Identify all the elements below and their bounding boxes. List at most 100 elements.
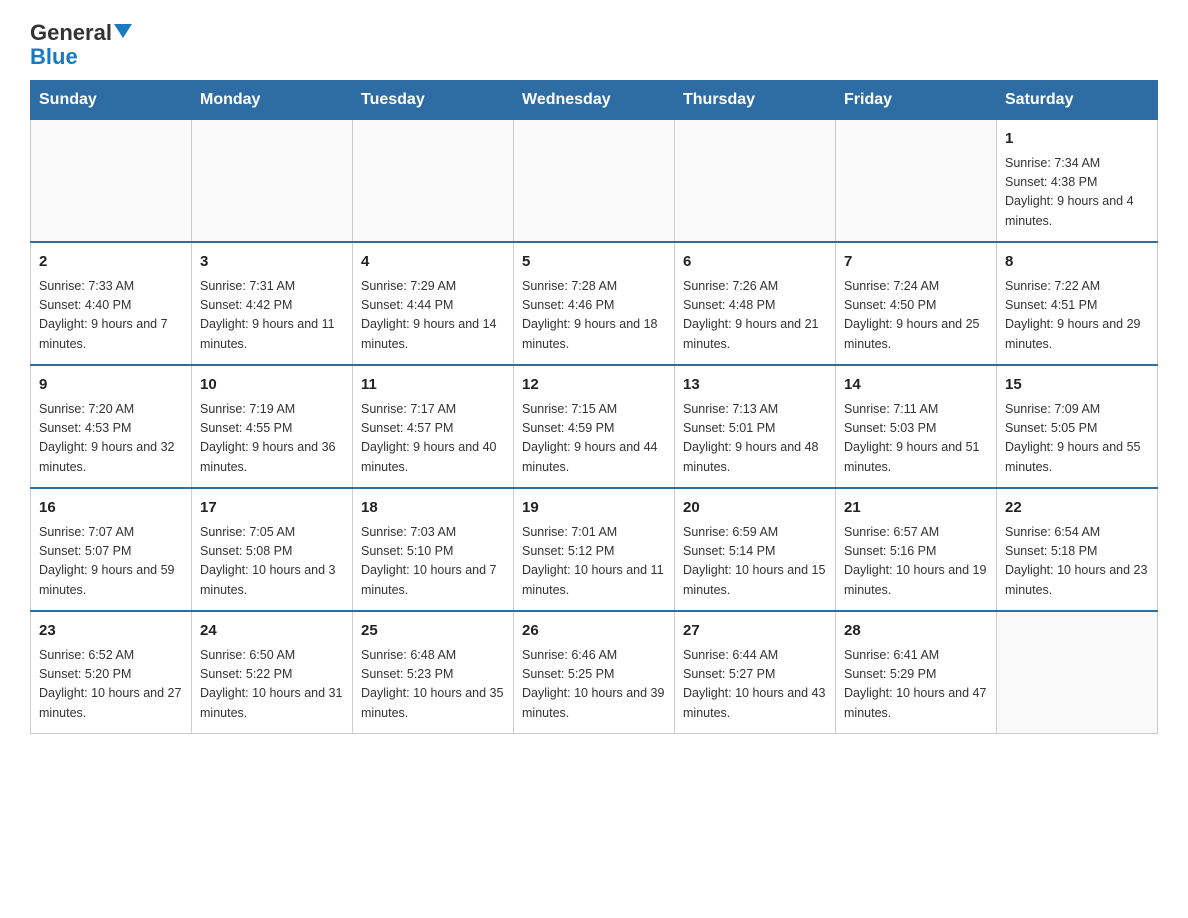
calendar-cell: 1 Sunrise: 7:34 AMSunset: 4:38 PMDaylight…: [997, 120, 1158, 243]
day-number: 10: [200, 374, 344, 397]
calendar-cell: 3 Sunrise: 7:31 AMSunset: 4:42 PMDaylight…: [192, 242, 353, 365]
calendar-cell: 17 Sunrise: 7:05 AMSunset: 5:08 PMDayligh…: [192, 488, 353, 611]
header-saturday: Saturday: [997, 81, 1158, 120]
day-info: Sunrise: 7:28 AMSunset: 4:46 PMDaylight:…: [522, 277, 666, 355]
calendar-cell: 23 Sunrise: 6:52 AMSunset: 5:20 PMDayligh…: [31, 611, 192, 734]
calendar-cell: [31, 120, 192, 243]
week-row-2: 2 Sunrise: 7:33 AMSunset: 4:40 PMDaylight…: [31, 242, 1158, 365]
week-row-1: 1 Sunrise: 7:34 AMSunset: 4:38 PMDaylight…: [31, 120, 1158, 243]
header-monday: Monday: [192, 81, 353, 120]
calendar-cell: 6 Sunrise: 7:26 AMSunset: 4:48 PMDaylight…: [675, 242, 836, 365]
day-number: 12: [522, 374, 666, 397]
calendar-cell: [675, 120, 836, 243]
day-info: Sunrise: 7:19 AMSunset: 4:55 PMDaylight:…: [200, 400, 344, 478]
day-info: Sunrise: 7:34 AMSunset: 4:38 PMDaylight:…: [1005, 154, 1149, 232]
day-info: Sunrise: 7:11 AMSunset: 5:03 PMDaylight:…: [844, 400, 988, 478]
day-number: 28: [844, 620, 988, 643]
calendar-header-row: SundayMondayTuesdayWednesdayThursdayFrid…: [31, 81, 1158, 120]
day-number: 1: [1005, 128, 1149, 151]
calendar-cell: 4 Sunrise: 7:29 AMSunset: 4:44 PMDaylight…: [353, 242, 514, 365]
calendar-cell: [192, 120, 353, 243]
day-info: Sunrise: 7:05 AMSunset: 5:08 PMDaylight:…: [200, 523, 344, 601]
calendar-cell: 14 Sunrise: 7:11 AMSunset: 5:03 PMDayligh…: [836, 365, 997, 488]
day-info: Sunrise: 7:22 AMSunset: 4:51 PMDaylight:…: [1005, 277, 1149, 355]
calendar-cell: [836, 120, 997, 243]
day-info: Sunrise: 7:20 AMSunset: 4:53 PMDaylight:…: [39, 400, 183, 478]
day-info: Sunrise: 7:24 AMSunset: 4:50 PMDaylight:…: [844, 277, 988, 355]
day-info: Sunrise: 6:50 AMSunset: 5:22 PMDaylight:…: [200, 646, 344, 724]
calendar-table: SundayMondayTuesdayWednesdayThursdayFrid…: [30, 80, 1158, 734]
day-number: 25: [361, 620, 505, 643]
day-info: Sunrise: 7:31 AMSunset: 4:42 PMDaylight:…: [200, 277, 344, 355]
calendar-cell: 5 Sunrise: 7:28 AMSunset: 4:46 PMDaylight…: [514, 242, 675, 365]
day-info: Sunrise: 7:26 AMSunset: 4:48 PMDaylight:…: [683, 277, 827, 355]
day-info: Sunrise: 7:17 AMSunset: 4:57 PMDaylight:…: [361, 400, 505, 478]
calendar-cell: 7 Sunrise: 7:24 AMSunset: 4:50 PMDaylight…: [836, 242, 997, 365]
day-number: 6: [683, 251, 827, 274]
day-info: Sunrise: 6:48 AMSunset: 5:23 PMDaylight:…: [361, 646, 505, 724]
header-friday: Friday: [836, 81, 997, 120]
calendar-cell: [997, 611, 1158, 734]
logo-general-text: General: [30, 20, 112, 46]
day-info: Sunrise: 7:15 AMSunset: 4:59 PMDaylight:…: [522, 400, 666, 478]
day-info: Sunrise: 6:54 AMSunset: 5:18 PMDaylight:…: [1005, 523, 1149, 601]
day-number: 2: [39, 251, 183, 274]
calendar-cell: 2 Sunrise: 7:33 AMSunset: 4:40 PMDaylight…: [31, 242, 192, 365]
day-number: 7: [844, 251, 988, 274]
day-number: 14: [844, 374, 988, 397]
day-info: Sunrise: 7:29 AMSunset: 4:44 PMDaylight:…: [361, 277, 505, 355]
calendar-cell: [514, 120, 675, 243]
day-number: 26: [522, 620, 666, 643]
day-info: Sunrise: 6:52 AMSunset: 5:20 PMDaylight:…: [39, 646, 183, 724]
calendar-cell: 9 Sunrise: 7:20 AMSunset: 4:53 PMDaylight…: [31, 365, 192, 488]
calendar-cell: 25 Sunrise: 6:48 AMSunset: 5:23 PMDayligh…: [353, 611, 514, 734]
week-row-5: 23 Sunrise: 6:52 AMSunset: 5:20 PMDayligh…: [31, 611, 1158, 734]
calendar-cell: 13 Sunrise: 7:13 AMSunset: 5:01 PMDayligh…: [675, 365, 836, 488]
day-number: 21: [844, 497, 988, 520]
day-info: Sunrise: 6:41 AMSunset: 5:29 PMDaylight:…: [844, 646, 988, 724]
calendar-cell: 8Sunrise: 7:22 AMSunset: 4:51 PMDaylight…: [997, 242, 1158, 365]
day-number: 22: [1005, 497, 1149, 520]
day-number: 15: [1005, 374, 1149, 397]
logo-triangle-icon: [114, 24, 132, 38]
day-number: 11: [361, 374, 505, 397]
day-number: 3: [200, 251, 344, 274]
header-tuesday: Tuesday: [353, 81, 514, 120]
day-number: 24: [200, 620, 344, 643]
day-info: Sunrise: 7:07 AMSunset: 5:07 PMDaylight:…: [39, 523, 183, 601]
day-number: 19: [522, 497, 666, 520]
calendar-cell: 10 Sunrise: 7:19 AMSunset: 4:55 PMDayligh…: [192, 365, 353, 488]
day-number: 17: [200, 497, 344, 520]
day-info: Sunrise: 6:59 AMSunset: 5:14 PMDaylight:…: [683, 523, 827, 601]
day-info: Sunrise: 6:57 AMSunset: 5:16 PMDaylight:…: [844, 523, 988, 601]
calendar-cell: 19 Sunrise: 7:01 AMSunset: 5:12 PMDayligh…: [514, 488, 675, 611]
day-info: Sunrise: 7:33 AMSunset: 4:40 PMDaylight:…: [39, 277, 183, 355]
day-info: Sunrise: 7:01 AMSunset: 5:12 PMDaylight:…: [522, 523, 666, 601]
calendar-cell: 11 Sunrise: 7:17 AMSunset: 4:57 PMDayligh…: [353, 365, 514, 488]
day-number: 20: [683, 497, 827, 520]
day-number: 23: [39, 620, 183, 643]
calendar-cell: 24 Sunrise: 6:50 AMSunset: 5:22 PMDayligh…: [192, 611, 353, 734]
day-info: Sunrise: 7:13 AMSunset: 5:01 PMDaylight:…: [683, 400, 827, 478]
day-number: 13: [683, 374, 827, 397]
calendar-cell: 12 Sunrise: 7:15 AMSunset: 4:59 PMDayligh…: [514, 365, 675, 488]
day-number: 4: [361, 251, 505, 274]
calendar-cell: 27 Sunrise: 6:44 AMSunset: 5:27 PMDayligh…: [675, 611, 836, 734]
calendar-cell: 20 Sunrise: 6:59 AMSunset: 5:14 PMDayligh…: [675, 488, 836, 611]
page-header: General Blue: [30, 20, 1158, 70]
day-number: 18: [361, 497, 505, 520]
header-sunday: Sunday: [31, 81, 192, 120]
day-number: 5: [522, 251, 666, 274]
calendar-cell: 21 Sunrise: 6:57 AMSunset: 5:16 PMDayligh…: [836, 488, 997, 611]
day-number: 9: [39, 374, 183, 397]
day-number: 27: [683, 620, 827, 643]
day-info: Sunrise: 7:09 AMSunset: 5:05 PMDaylight:…: [1005, 400, 1149, 478]
calendar-cell: 15 Sunrise: 7:09 AMSunset: 5:05 PMDayligh…: [997, 365, 1158, 488]
calendar-cell: 18 Sunrise: 7:03 AMSunset: 5:10 PMDayligh…: [353, 488, 514, 611]
calendar-cell: [353, 120, 514, 243]
day-info: Sunrise: 6:44 AMSunset: 5:27 PMDaylight:…: [683, 646, 827, 724]
day-info: Sunrise: 7:03 AMSunset: 5:10 PMDaylight:…: [361, 523, 505, 601]
calendar-cell: 16Sunrise: 7:07 AMSunset: 5:07 PMDayligh…: [31, 488, 192, 611]
header-wednesday: Wednesday: [514, 81, 675, 120]
calendar-cell: 22 Sunrise: 6:54 AMSunset: 5:18 PMDayligh…: [997, 488, 1158, 611]
